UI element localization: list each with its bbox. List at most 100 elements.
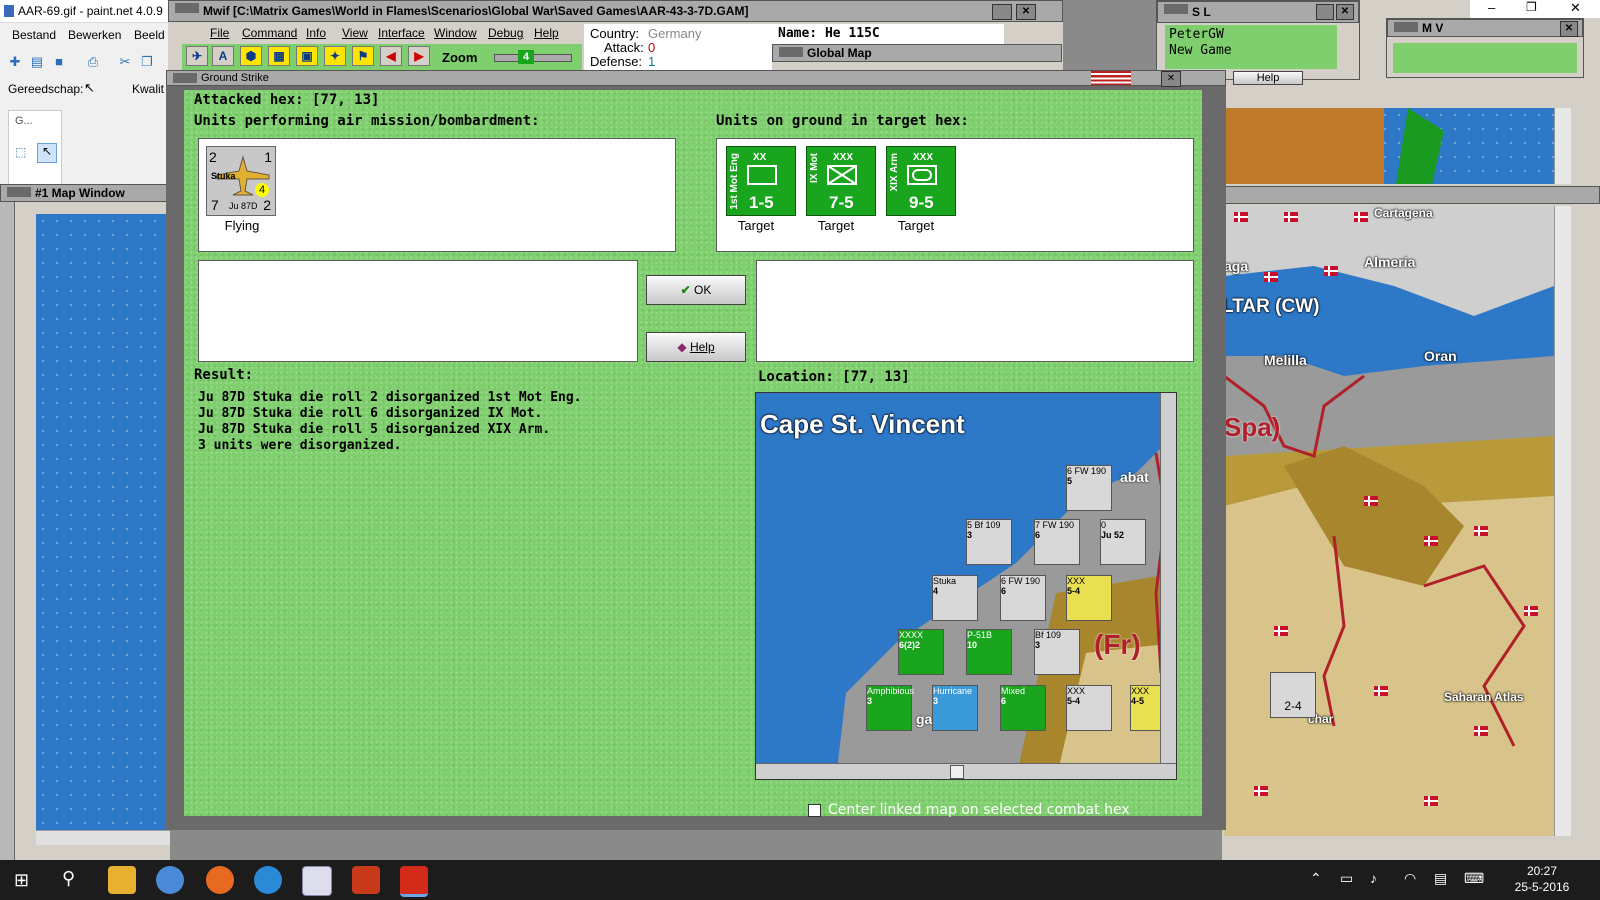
keyboard-icon[interactable]: ⌨ bbox=[1464, 870, 1484, 887]
menu-file[interactable]: File bbox=[210, 26, 229, 40]
windows-start-icon[interactable]: ⊞ bbox=[14, 870, 29, 891]
ok-button[interactable]: ✔ OK bbox=[646, 275, 746, 305]
map-unit-counter[interactable]: Bf 109 3 bbox=[1034, 629, 1080, 675]
map-unit-counter[interactable]: 7 FW 190 6 bbox=[1034, 519, 1080, 565]
clock-time[interactable]: 20:27 bbox=[1512, 864, 1572, 878]
wifi-icon[interactable]: ◠ bbox=[1404, 870, 1416, 887]
mini-map-hscroll-thumb[interactable] bbox=[950, 765, 964, 779]
right-map[interactable]: Cartagena Almeria aga LTAR (CW) Melilla … bbox=[1224, 206, 1554, 836]
menu-interface[interactable]: Interface bbox=[378, 26, 425, 40]
minimize-icon[interactable] bbox=[992, 4, 1012, 20]
close-icon[interactable]: ✕ bbox=[1570, 0, 1581, 16]
combat-mini-map[interactable]: Cape St. Vincent abat sal (Fr) ga ral 6 … bbox=[755, 392, 1177, 780]
sl-window-titlebar[interactable]: S L ✕ bbox=[1157, 1, 1359, 23]
map-unit-counter[interactable]: XXX 5-4 bbox=[1066, 685, 1112, 731]
map-window-titlebar[interactable]: #1 Map Window bbox=[0, 184, 170, 202]
map-unit-counter[interactable]: Stuka 4 bbox=[932, 575, 978, 621]
upper-map-vscroll[interactable] bbox=[1554, 108, 1571, 184]
ground-strike-titlebar[interactable]: Ground Strike ✕ bbox=[166, 70, 1226, 87]
volume-icon[interactable]: ♪ bbox=[1370, 870, 1377, 886]
letter-a-tool-icon[interactable]: A bbox=[212, 46, 234, 66]
close-icon[interactable]: ✕ bbox=[1560, 21, 1578, 37]
move-selection-icon[interactable]: ↖ bbox=[37, 143, 57, 163]
map-unit-counter[interactable]: 5 Bf 109 3 bbox=[966, 519, 1012, 565]
menu-command[interactable]: Command bbox=[242, 26, 297, 40]
copy-icon[interactable]: ❐ bbox=[138, 54, 156, 70]
menu-debug[interactable]: Debug bbox=[488, 26, 523, 40]
hex-tool-icon[interactable]: ⬢ bbox=[240, 46, 262, 66]
mv-window-titlebar[interactable]: M V ✕ bbox=[1387, 19, 1583, 37]
map-window-hscroll[interactable] bbox=[36, 830, 170, 845]
sl-help-button[interactable]: Help bbox=[1233, 71, 1303, 85]
search-icon[interactable]: ⚲ bbox=[62, 868, 75, 889]
map-window-sea[interactable] bbox=[36, 214, 170, 830]
map-unit-counter[interactable]: XXX 5-4 bbox=[1066, 575, 1112, 621]
clock-date[interactable]: 25-5-2016 bbox=[1504, 880, 1580, 894]
plane-tool-icon[interactable]: ✈ bbox=[186, 46, 208, 66]
map-unit-counter[interactable]: Mixed 6 bbox=[1000, 685, 1046, 731]
save-icon[interactable]: ■ bbox=[50, 54, 68, 70]
map-unit-counter[interactable]: 6 FW 190 5 bbox=[1066, 465, 1112, 511]
minimize-icon[interactable] bbox=[1316, 4, 1334, 20]
menu-help[interactable]: Help bbox=[534, 26, 559, 40]
pointer-tool-icon[interactable]: ↖ bbox=[84, 80, 95, 96]
open-folder-icon[interactable]: ▤ bbox=[28, 54, 46, 70]
map-unit-counter[interactable]: P-51B 10 bbox=[966, 629, 1012, 675]
ground-unit-counter[interactable]: 1st Mot Eng XX 1-5 bbox=[726, 146, 796, 216]
map-window-vscroll[interactable] bbox=[0, 202, 15, 860]
close-icon[interactable]: ✕ bbox=[1016, 4, 1036, 20]
minimize-icon[interactable]: – bbox=[1488, 0, 1495, 15]
battery-icon[interactable]: ▭ bbox=[1340, 870, 1353, 887]
stuka-air-unit-counter[interactable]: 2 1 Stuka 4 7 Ju 87D 2 bbox=[206, 146, 276, 216]
mwif-taskbar-icon[interactable] bbox=[400, 866, 428, 897]
arrow-right-icon[interactable]: ▶ bbox=[408, 46, 430, 66]
map-unit-counter[interactable]: 6 FW 190 6 bbox=[1000, 575, 1046, 621]
firefox-icon[interactable] bbox=[206, 866, 234, 894]
mini-map-vscroll[interactable] bbox=[1160, 393, 1176, 763]
notifications-icon[interactable]: ▤ bbox=[1434, 870, 1447, 887]
mwif-titlebar[interactable]: Mwif [C:\Matrix Games\World in Flames\Sc… bbox=[168, 0, 1063, 22]
star-tool-icon[interactable]: ✦ bbox=[324, 46, 346, 66]
paintnet-menu-file[interactable]: Bestand bbox=[12, 28, 56, 42]
map-unit-counter[interactable]: Amphibious 3 bbox=[866, 685, 914, 731]
right-map-vscroll[interactable] bbox=[1554, 206, 1571, 836]
print-icon[interactable]: ⎙ bbox=[84, 54, 102, 70]
help-button[interactable]: ◆ Help bbox=[646, 332, 746, 362]
zoom-slider-thumb[interactable]: 4 bbox=[518, 50, 534, 64]
flag-tool-icon[interactable]: ⚑ bbox=[352, 46, 374, 66]
map-unit-counter[interactable]: XXXX 6(2)2 bbox=[898, 629, 944, 675]
unit-counter[interactable]: 2-4 bbox=[1270, 672, 1316, 718]
paintnet-menu-view[interactable]: Beeld bbox=[134, 28, 165, 42]
unit-tool-icon[interactable]: ▣ bbox=[296, 46, 318, 66]
menu-view[interactable]: View bbox=[342, 26, 368, 40]
close-icon[interactable]: ✕ bbox=[1161, 71, 1181, 87]
show-hidden-icons-icon[interactable]: ⌃ bbox=[1310, 870, 1322, 887]
game-app-icon[interactable] bbox=[352, 866, 380, 894]
close-icon[interactable]: ✕ bbox=[1336, 4, 1354, 20]
paintnet-menu-edit[interactable]: Bewerken bbox=[68, 28, 121, 42]
grid-tool-icon[interactable]: ▦ bbox=[268, 46, 290, 66]
network-app-icon[interactable] bbox=[156, 866, 184, 894]
menu-window[interactable]: Window bbox=[434, 26, 477, 40]
upper-right-map[interactable] bbox=[1224, 108, 1554, 184]
select-rect-icon[interactable]: ⬚ bbox=[15, 145, 26, 159]
ground-unit-counter[interactable]: XIX Arm XXX 9-5 bbox=[886, 146, 956, 216]
thunderbird-icon[interactable] bbox=[254, 866, 282, 894]
ground-unit-counter[interactable]: IX Mot XXX 7-5 bbox=[806, 146, 876, 216]
new-file-icon[interactable]: ✚ bbox=[6, 54, 24, 70]
map-unit-counter[interactable]: 0 Ju 52 bbox=[1100, 519, 1146, 565]
center-map-checkbox[interactable] bbox=[808, 804, 821, 817]
global-map-titlebar[interactable]: Global Map bbox=[772, 44, 1062, 62]
windows-taskbar: ⊞ ⚲ ⌃ ▭ ♪ ◠ ▤ ⌨ 20:27 25-5-2016 bbox=[0, 860, 1600, 900]
arrow-left-icon[interactable]: ◀ bbox=[380, 46, 402, 66]
window-grip-icon bbox=[779, 47, 803, 57]
paintnet-titlebar[interactable]: AAR-69.gif - paint.net 4.0.9 bbox=[0, 0, 168, 23]
file-explorer-icon[interactable] bbox=[108, 866, 136, 894]
menu-info[interactable]: Info bbox=[306, 26, 326, 40]
cut-icon[interactable]: ✂ bbox=[116, 54, 134, 70]
right-map-titlebar[interactable] bbox=[1224, 186, 1600, 204]
restore-icon[interactable]: ❐ bbox=[1526, 0, 1537, 14]
paintnet-taskbar-icon[interactable] bbox=[302, 866, 332, 896]
map-unit-counter[interactable]: Hurricane 3 bbox=[932, 685, 978, 731]
mini-map-hscroll[interactable] bbox=[756, 763, 1176, 779]
